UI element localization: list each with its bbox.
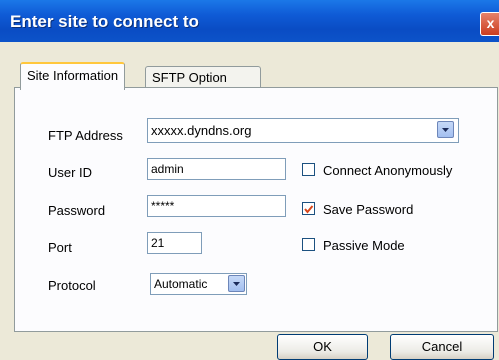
ftp-address-value: xxxxx.dyndns.org bbox=[151, 123, 252, 138]
window-title: Enter site to connect to bbox=[10, 12, 199, 31]
tab-sftp-option[interactable]: SFTP Option bbox=[145, 66, 261, 89]
password-label: Password bbox=[48, 203, 106, 218]
passive-mode-label: Passive Mode bbox=[323, 238, 405, 253]
save-password-label: Save Password bbox=[323, 202, 414, 217]
port-input[interactable]: 21 bbox=[147, 232, 202, 254]
close-icon: x bbox=[486, 15, 495, 31]
user-id-value: admin bbox=[151, 162, 184, 176]
tab-label: Site Information bbox=[27, 68, 119, 83]
password-input[interactable]: ***** bbox=[147, 195, 286, 217]
passive-mode-checkbox[interactable] bbox=[302, 238, 315, 251]
user-id-input[interactable]: admin bbox=[147, 158, 286, 180]
password-value: ***** bbox=[151, 199, 175, 213]
cancel-button[interactable]: Cancel bbox=[390, 334, 494, 360]
connect-anonymously-checkbox[interactable] bbox=[302, 163, 315, 176]
ftp-address-label: FTP Address bbox=[48, 128, 123, 143]
protocol-label: Protocol bbox=[48, 278, 96, 293]
close-button[interactable]: x bbox=[480, 12, 499, 36]
save-password-checkbox[interactable] bbox=[302, 202, 315, 215]
port-value: 21 bbox=[151, 236, 165, 250]
port-label: Port bbox=[48, 240, 72, 255]
protocol-value: Automatic bbox=[154, 277, 208, 291]
protocol-dropdown-button[interactable] bbox=[228, 275, 245, 292]
ok-button[interactable]: OK bbox=[277, 334, 368, 360]
user-id-label: User ID bbox=[48, 165, 93, 180]
ok-button-label: OK bbox=[313, 339, 332, 354]
dropdown-arrow-icon bbox=[233, 282, 240, 286]
checkmark-icon bbox=[304, 205, 314, 214]
connect-anonymously-label: Connect Anonymously bbox=[323, 163, 453, 178]
ftp-address-combobox[interactable]: xxxxx.dyndns.org bbox=[147, 118, 459, 143]
cancel-button-label: Cancel bbox=[421, 339, 463, 354]
tab-label: SFTP Option bbox=[152, 70, 227, 85]
ftp-address-dropdown-button[interactable] bbox=[437, 121, 454, 138]
tab-site-information[interactable]: Site Information bbox=[20, 62, 126, 90]
dropdown-arrow-icon bbox=[442, 128, 449, 132]
title-bar: Enter site to connect to x bbox=[0, 0, 499, 42]
